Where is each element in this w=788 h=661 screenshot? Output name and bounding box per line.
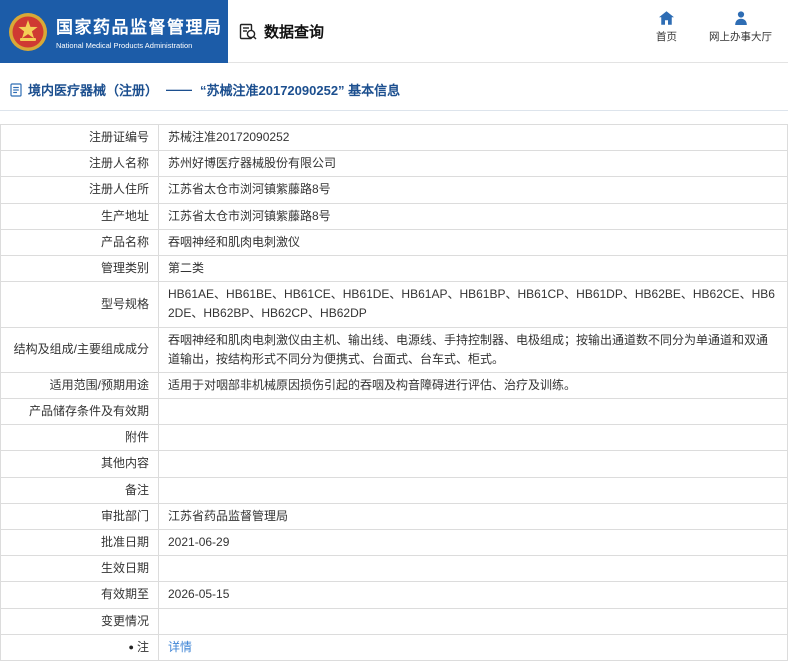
table-row: 审批部门 江苏省药品监督管理局 — [0, 502, 788, 531]
row-value: 适用于对咽部非机械原因损伤引起的吞咽及构音障碍进行评估、治疗及训练。 — [158, 371, 788, 400]
info-table: 注册证编号 苏械注准20172090252 注册人名称 苏州好博医疗器械股份有限公司注… — [0, 123, 788, 661]
row-value: 详情 — [158, 633, 788, 661]
row-label: 适用范围/预期用途 — [0, 371, 159, 400]
row-value: 2026-05-15 — [158, 581, 788, 609]
table-row: 型号规格 HB61AE、HB61BE、HB61CE、HB61DE、HB61AP、H… — [0, 281, 788, 328]
detail-link[interactable]: 详情 — [168, 640, 192, 654]
table-row: 产品储存条件及有效期 — [0, 398, 788, 426]
agency-name-cn: 国家药品监督管理局 — [56, 18, 223, 37]
row-value: 第二类 — [158, 254, 788, 283]
row-label: 注册人名称 — [0, 150, 159, 178]
table-row: 生产地址 江苏省太仓市浏河镇紫藤路8号 — [0, 202, 788, 230]
page: 国家药品监督管理局 National Medical Products Admi… — [0, 0, 788, 661]
note-bullet-icon: ● — [128, 641, 134, 652]
row-value — [158, 476, 788, 504]
row-label: ● 注 — [0, 633, 159, 661]
header-right-nav: 首页 网上办事大厅 — [656, 11, 772, 44]
row-label: 附件 — [0, 424, 159, 452]
row-value: 吞咽神经和肌肉电刺激仪由主机、输出线、电源线、手持控制器、电极组成；按输出通道数… — [158, 326, 788, 373]
row-value: 江苏省太仓市浏河镇紫藤路8号 — [158, 202, 788, 230]
row-label: 备注 — [0, 476, 159, 504]
row-value: 苏械注准20172090252 — [158, 123, 788, 152]
table-row: 产品名称 吞咽神经和肌肉电刺激仪 — [0, 228, 788, 256]
top-header: 国家药品监督管理局 National Medical Products Admi… — [0, 0, 788, 63]
nav-data-query-label: 数据查询 — [264, 24, 325, 41]
agency-brand: 国家药品监督管理局 National Medical Products Admi… — [0, 0, 228, 63]
table-row: 生效日期 — [0, 555, 788, 583]
row-label: 生产地址 — [0, 202, 159, 230]
table-row: 注册证编号 苏械注准20172090252 — [0, 123, 788, 152]
row-label: 审批部门 — [0, 502, 159, 531]
data-query-icon — [238, 22, 258, 42]
row-value: HB61AE、HB61BE、HB61CE、HB61DE、HB61AP、HB61B… — [158, 281, 788, 328]
table-row: 其他内容 — [0, 450, 788, 478]
row-value — [158, 398, 788, 426]
row-value: 2021-06-29 — [158, 528, 788, 557]
row-label: 其他内容 — [0, 450, 159, 478]
row-label: 产品名称 — [0, 228, 159, 256]
table-row: 注册人名称 苏州好博医疗器械股份有限公司 — [0, 150, 788, 178]
row-label: 注册证编号 — [0, 123, 159, 152]
table-row: 适用范围/预期用途 适用于对咽部非机械原因损伤引起的吞咽及构音障碍进行评估、治疗及… — [0, 371, 788, 400]
row-value: 江苏省药品监督管理局 — [158, 502, 788, 531]
table-row: 变更情况 — [0, 607, 788, 635]
agency-title-block: 国家药品监督管理局 National Medical Products Admi… — [56, 13, 223, 50]
nav-home[interactable]: 首页 — [656, 11, 677, 44]
national-emblem-icon — [8, 12, 48, 52]
document-icon — [10, 82, 22, 97]
table-row: 结构及组成/主要组成成分 吞咽神经和肌肉电刺激仪由主机、输出线、电源线、手持控制器… — [0, 326, 788, 373]
nav-online-hall-label: 网上办事大厅 — [709, 31, 772, 43]
table-row: ● 注详情 — [0, 633, 788, 661]
page-title: “苏械注准20172090252” 基本信息 — [200, 83, 401, 98]
row-label: 管理类别 — [0, 254, 159, 283]
row-label: 产品储存条件及有效期 — [0, 398, 159, 426]
row-value — [158, 450, 788, 478]
row-value: 苏州好博医疗器械股份有限公司 — [158, 150, 788, 178]
row-label: 批准日期 — [0, 528, 159, 557]
row-label: 结构及组成/主要组成成分 — [0, 326, 159, 373]
breadcrumb-section: 境内医疗器械（注册） — [28, 83, 159, 98]
home-icon — [659, 11, 674, 25]
breadcrumb-separator: —— — [166, 82, 193, 97]
row-label: 型号规格 — [0, 281, 159, 328]
table-row: 备注 — [0, 476, 788, 504]
row-value: 吞咽神经和肌肉电刺激仪 — [158, 228, 788, 256]
row-label: 变更情况 — [0, 607, 159, 635]
row-value: 江苏省太仓市浏河镇紫藤路8号 — [158, 176, 788, 204]
table-row: 批准日期 2021-06-29 — [0, 528, 788, 557]
nav-home-label: 首页 — [656, 31, 677, 43]
person-icon — [734, 11, 748, 25]
row-value — [158, 424, 788, 452]
table-row: 注册人住所 江苏省太仓市浏河镇紫藤路8号 — [0, 176, 788, 204]
row-value — [158, 607, 788, 635]
nav-online-hall[interactable]: 网上办事大厅 — [709, 11, 772, 44]
nav-data-query[interactable]: 数据查询 — [238, 0, 324, 63]
table-row: 附件 — [0, 424, 788, 452]
table-row: 有效期至 2026-05-15 — [0, 581, 788, 609]
table-row: 管理类别 第二类 — [0, 254, 788, 283]
agency-name-en: National Medical Products Administration — [56, 41, 193, 50]
row-value — [158, 555, 788, 583]
row-label: 有效期至 — [0, 581, 159, 609]
row-label: 生效日期 — [0, 555, 159, 583]
info-table-body: 注册证编号 苏械注准20172090252 注册人名称 苏州好博医疗器械股份有限公司注… — [0, 123, 788, 661]
row-label: 注册人住所 — [0, 176, 159, 204]
breadcrumb: 境内医疗器械（注册） —— “苏械注准20172090252” 基本信息 — [0, 63, 788, 111]
